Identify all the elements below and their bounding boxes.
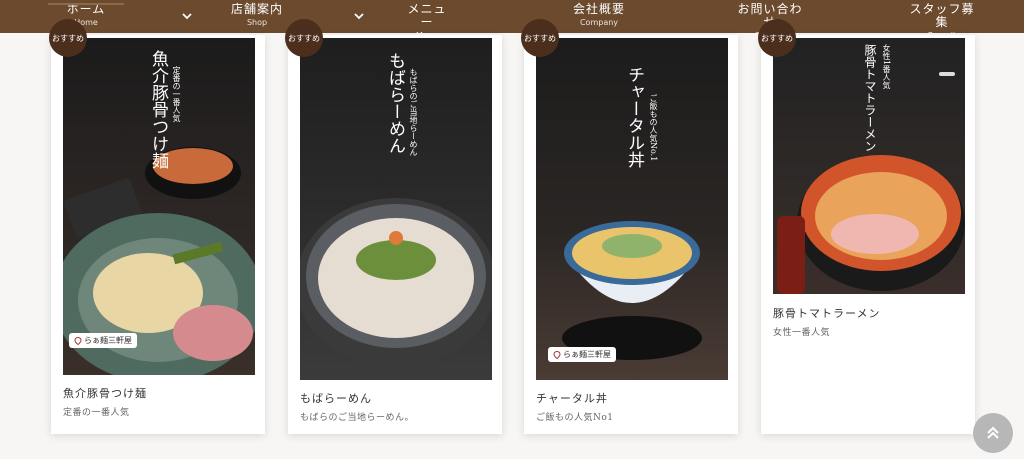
- chevron-down-icon[interactable]: [352, 9, 366, 23]
- photo-title: チャータル丼: [624, 66, 644, 168]
- location-tag[interactable]: らぁ麺三軒屋: [548, 347, 616, 362]
- nav-item-recruit[interactable]: スタッフ募集 Recruit: [906, 0, 978, 41]
- chevron-down-icon[interactable]: [180, 9, 194, 23]
- slider-indicator[interactable]: [939, 72, 955, 76]
- photo-title: もばらーめん: [385, 52, 405, 154]
- nav-label: メニュー: [407, 2, 447, 29]
- photo-title: 魚介豚骨つけ麺: [148, 50, 168, 169]
- nav-item-shop[interactable]: 店舗案内 Shop: [231, 0, 283, 33]
- nav-item-company[interactable]: 会社概要 Company: [573, 0, 625, 33]
- recommend-badge: おすすめ: [521, 19, 559, 57]
- menu-card[interactable]: もばらーめん もばらのご当地らーめん もばらーめん もばらのご当地らーめん。: [288, 35, 502, 434]
- nav-label: スタッフ募集: [909, 2, 975, 29]
- menu-photo: チャータル丼 ご飯もの人気No.1 らぁ麺三軒屋: [536, 38, 728, 380]
- global-nav: ホーム Home 店舗案内 Shop メニュー Menu 会社概要 Compan…: [0, 0, 1024, 41]
- menu-photo: 豚骨トマトラーメン 女性1番人気: [773, 38, 965, 294]
- scroll-to-top-button[interactable]: [973, 413, 1013, 453]
- nav-sublabel: Company: [579, 18, 619, 27]
- card-title: もばらーめん: [300, 392, 372, 405]
- nav-label: 会社概要: [573, 2, 626, 16]
- location-label: らぁ麺三軒屋: [563, 350, 611, 359]
- location-label: らぁ麺三軒屋: [84, 336, 132, 345]
- nav-label: 店舗案内: [231, 2, 284, 16]
- map-pin-icon: [553, 350, 561, 359]
- recommend-badge: おすすめ: [758, 19, 796, 57]
- photo-tagline: 定番の一番人気: [172, 66, 181, 122]
- photo-title: 豚骨トマトラーメン: [863, 44, 877, 152]
- photo-tagline: 女性1番人気: [882, 44, 891, 90]
- card-title: 豚骨トマトラーメン: [773, 307, 881, 320]
- nav-item-menu[interactable]: メニュー Menu: [403, 0, 451, 41]
- recommend-badge: おすすめ: [49, 19, 87, 57]
- menu-card[interactable]: 魚介豚骨つけ麺 定番の一番人気 らぁ麺三軒屋 魚介豚骨つけ麺 定番の一番人気: [51, 35, 265, 434]
- menu-card[interactable]: 豚骨トマトラーメン 女性1番人気 豚骨トマトラーメン 女性一番人気: [761, 35, 975, 434]
- card-subtitle: 定番の一番人気: [63, 408, 130, 418]
- menu-card[interactable]: チャータル丼 ご飯もの人気No.1 らぁ麺三軒屋 チャータル丼 ご飯もの人気No…: [524, 35, 738, 434]
- double-chevron-up-icon: [987, 426, 999, 439]
- photo-tagline: もばらのご当地らーめん: [409, 68, 418, 156]
- menu-photo: 魚介豚骨つけ麺 定番の一番人気 らぁ麺三軒屋: [63, 38, 255, 375]
- card-title: チャータル丼: [536, 392, 608, 405]
- map-pin-icon: [74, 336, 82, 345]
- menu-photo: もばらーめん もばらのご当地らーめん: [300, 38, 492, 380]
- photo-tagline: ご飯もの人気No.1: [649, 94, 658, 162]
- recommend-badge: おすすめ: [285, 19, 323, 57]
- card-subtitle: 女性一番人気: [773, 328, 831, 338]
- nav-label: ホーム: [66, 2, 106, 16]
- card-subtitle: もばらのご当地らーめん。: [300, 413, 415, 423]
- location-tag[interactable]: らぁ麺三軒屋: [69, 333, 137, 348]
- card-subtitle: ご飯もの人気No1: [536, 413, 614, 423]
- nav-sublabel: Shop: [246, 18, 268, 27]
- card-title: 魚介豚骨つけ麺: [63, 387, 147, 400]
